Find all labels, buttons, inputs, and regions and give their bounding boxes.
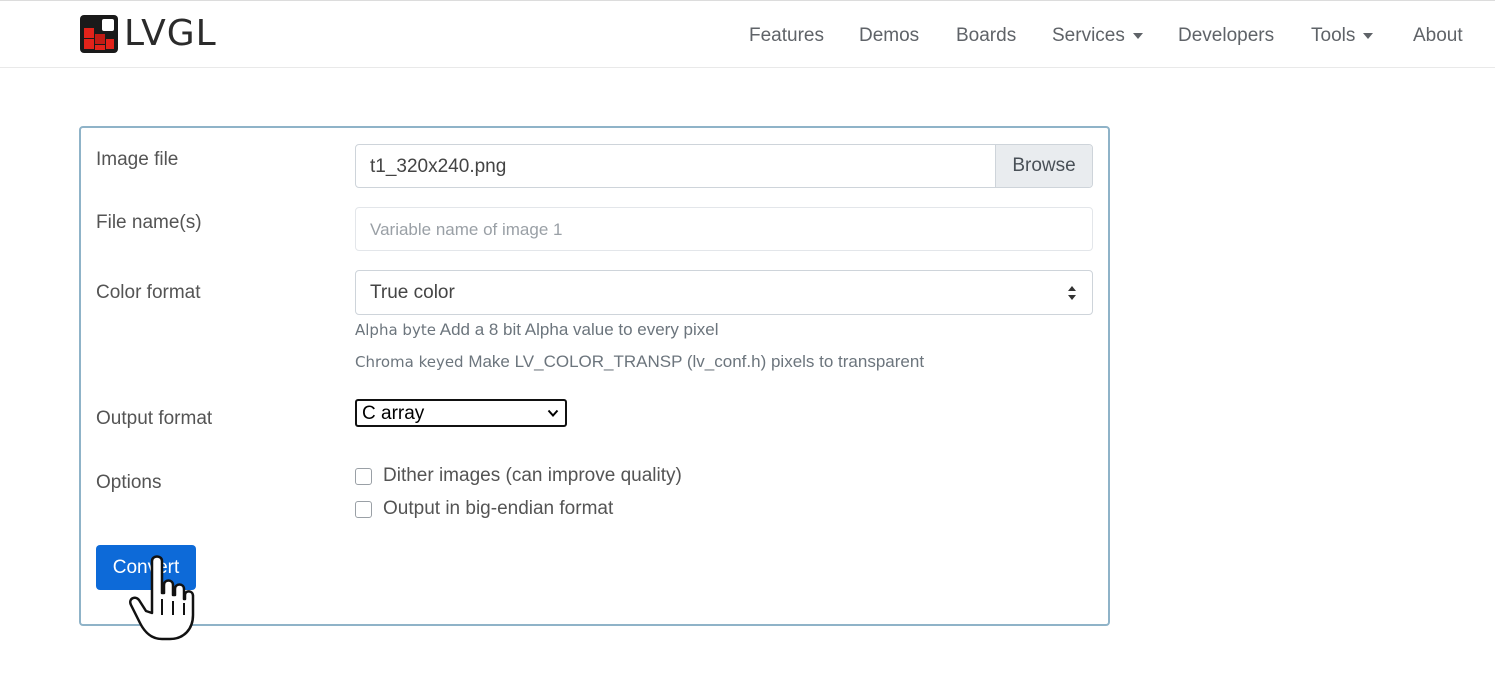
help-text: Make LV_COLOR_TRANSP (lv_conf.h) pixels … [468,352,925,371]
chevron-down-icon [547,409,559,417]
nav-demos[interactable]: Demos [859,23,919,49]
caret-down-icon [1363,32,1374,39]
sort-icon [1068,286,1076,300]
help-term: Alpha byte [355,321,436,339]
nav-developers[interactable]: Developers [1178,23,1274,49]
top-navbar: LVGL Features Demos Boards Services Deve… [0,0,1495,68]
nav-tools[interactable]: Tools [1311,23,1374,49]
variable-name-placeholder: Variable name of image 1 [370,220,563,239]
help-text: Add a 8 bit Alpha value to every pixel [439,320,719,339]
brand-logo[interactable]: LVGL [80,15,217,53]
color-format-label: Color format [96,282,201,303]
image-file-input[interactable]: t1_320x240.png Browse [355,144,1093,188]
nav-services-label: Services [1052,25,1125,46]
nav-boards[interactable]: Boards [956,23,1016,49]
selected-file-name: t1_320x240.png [370,156,507,177]
convert-button[interactable]: Convert [96,545,196,590]
browse-button[interactable]: Browse [995,145,1092,187]
converter-form-card [79,126,1110,626]
help-chroma-keyed: Chroma keyed Make LV_COLOR_TRANSP (lv_co… [355,350,924,374]
file-names-label: File name(s) [96,212,202,233]
dither-checkbox[interactable] [355,467,372,485]
lvgl-logo-icon [80,15,118,53]
big-endian-label[interactable]: Output in big-endian format [383,496,613,522]
output-format-select[interactable]: C array [355,399,567,427]
dither-label[interactable]: Dither images (can improve quality) [383,463,682,489]
dither-option[interactable]: Dither images (can improve quality) [355,463,682,489]
help-term: Chroma keyed [355,353,464,371]
big-endian-option[interactable]: Output in big-endian format [355,496,613,522]
brand-name: LVGL [124,13,217,54]
big-endian-checkbox[interactable] [355,500,372,518]
options-label: Options [96,472,162,493]
output-format-label: Output format [96,408,213,429]
nav-services[interactable]: Services [1052,23,1143,49]
nav-tools-label: Tools [1311,25,1356,46]
variable-name-input[interactable]: Variable name of image 1 [355,207,1093,251]
help-alpha-byte: Alpha byte Add a 8 bit Alpha value to ev… [355,318,719,342]
caret-down-icon [1132,32,1143,39]
nav-about[interactable]: About [1413,23,1463,49]
color-format-select[interactable]: True color [355,270,1093,315]
nav-features[interactable]: Features [749,23,824,49]
output-format-value: C array [362,403,425,424]
image-file-label: Image file [96,149,179,170]
color-format-value: True color [370,282,455,303]
